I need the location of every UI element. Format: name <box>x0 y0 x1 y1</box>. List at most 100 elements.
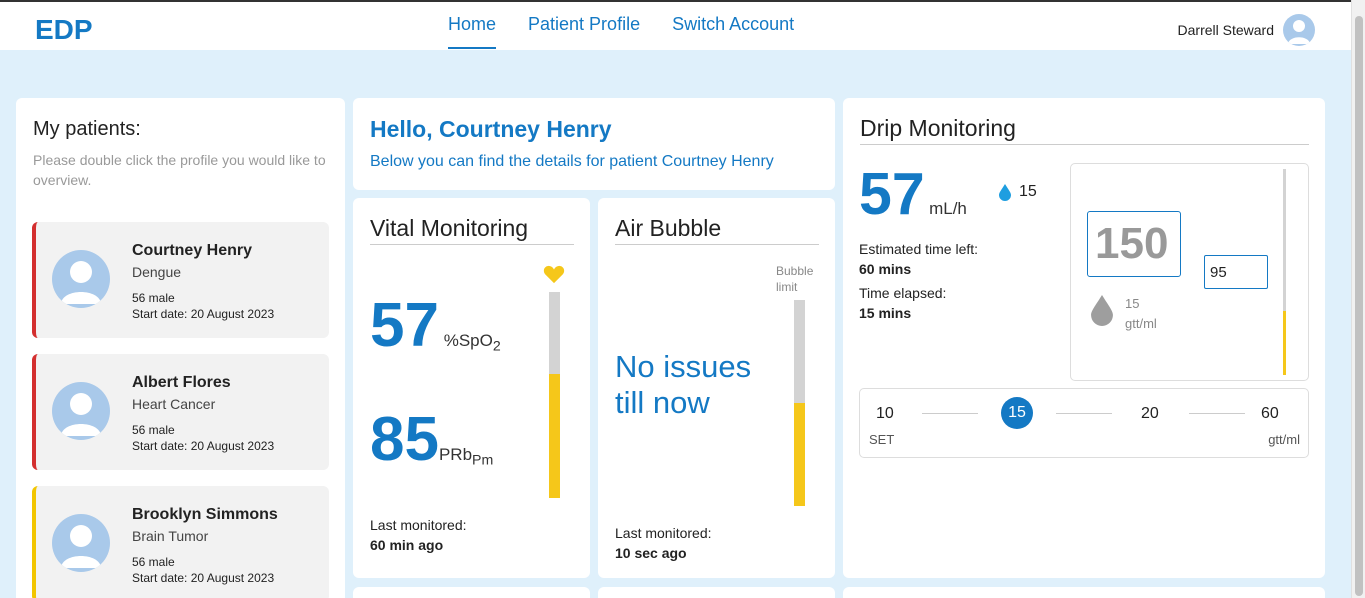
spo2-unit-text: %SpO <box>443 331 493 350</box>
patient-card[interactable]: Courtney Henry Dengue 56 male Start date… <box>32 222 329 338</box>
gtt-value: 15 <box>1125 296 1140 311</box>
greeting-title: Hello, Courtney Henry <box>370 116 612 142</box>
patient-info: 56 male Start date: 20 August 2023 <box>132 290 274 322</box>
scrollbar-thumb[interactable] <box>1355 16 1363 596</box>
volume-panel: 150 15 gtt/ml <box>1070 163 1309 381</box>
slider-track <box>922 413 978 414</box>
patient-start-date: Start date: 20 August 2023 <box>132 306 274 322</box>
air-last-value: 10 sec ago <box>615 545 687 561</box>
drip-monitoring-panel: Drip Monitoring 57 mL/h 15 Estimated tim… <box>843 98 1325 578</box>
bubble-limit-label: Bubble limit <box>776 264 814 294</box>
patient-info: 56 male Start date: 20 August 2023 <box>132 422 274 454</box>
nav-patient-profile[interactable]: Patient Profile <box>528 14 640 49</box>
logo[interactable]: EDP <box>35 14 93 46</box>
spo2-reading: 57 %SpO2 <box>370 290 501 361</box>
volume-display: 150 <box>1087 211 1181 277</box>
patient-condition: Heart Cancer <box>132 396 216 412</box>
prbpm-unit: PRbPm <box>438 445 493 468</box>
patient-name: Albert Flores <box>132 374 231 391</box>
elapsed-label: Time elapsed: <box>859 285 947 301</box>
volume-gauge <box>1283 169 1286 375</box>
patient-info: 56 male Start date: 20 August 2023 <box>132 554 274 586</box>
air-bubble-panel: Air Bubble Bubble limit No issues till n… <box>598 198 835 578</box>
drop-counter: 15 <box>999 183 1037 201</box>
patient-age-sex: 56 male <box>132 555 175 569</box>
start-date-label: Start date: <box>132 439 188 453</box>
main-nav: Home Patient Profile Switch Account <box>448 14 794 49</box>
patient-card[interactable]: Brooklyn Simmons Brain Tumor 56 male Sta… <box>32 486 329 598</box>
prbpm-reading: 85PRbPm <box>370 404 493 475</box>
volume-gauge-fill <box>1283 311 1286 375</box>
air-title: Air Bubble <box>615 215 819 245</box>
drop-count: 15 <box>1019 183 1037 200</box>
nav-home[interactable]: Home <box>448 14 497 49</box>
greeting-panel: Hello, Courtney Henry Below you can find… <box>353 98 835 190</box>
slider-tick-20[interactable]: 20 <box>1141 405 1159 423</box>
page-scrollbar[interactable] <box>1351 0 1365 598</box>
bottom-card-1 <box>353 587 590 598</box>
bottom-card-3 <box>843 587 1325 598</box>
start-date-value: 20 August 2023 <box>190 307 275 321</box>
air-status: No issues till now <box>615 349 752 420</box>
vital-level-bar <box>549 292 560 498</box>
patient-condition: Brain Tumor <box>132 528 209 544</box>
user-name[interactable]: Darrell Steward <box>1178 22 1274 38</box>
patient-avatar-icon <box>52 514 110 572</box>
gtt-readout: 15 gtt/ml <box>1125 294 1157 334</box>
vital-level-fill <box>549 374 560 498</box>
vital-last-label: Last monitored: <box>370 517 467 533</box>
patient-avatar-icon <box>52 250 110 308</box>
user-avatar-icon[interactable] <box>1283 14 1315 46</box>
slider-track <box>1056 413 1112 414</box>
slider-right-label: gtt/ml <box>1268 432 1300 447</box>
air-last-label: Last monitored: <box>615 525 712 541</box>
prbpm-value: 85 <box>370 405 439 474</box>
start-date-value: 20 August 2023 <box>190 571 275 585</box>
prbpm-unit-sub: Pm <box>472 452 494 469</box>
greeting-subtitle: Below you can find the details for patie… <box>370 153 774 170</box>
drip-rate-value: 57 <box>859 161 925 227</box>
gtt-drop-icon <box>1091 295 1113 326</box>
vital-last-value: 60 min ago <box>370 537 444 553</box>
slider-left-label: SET <box>869 432 895 447</box>
drip-title: Drip Monitoring <box>860 115 1309 145</box>
heart-icon <box>543 264 565 289</box>
spo2-unit: %SpO2 <box>439 331 501 354</box>
patient-avatar-icon <box>52 382 110 440</box>
air-level-bar <box>794 300 805 506</box>
user-menu[interactable]: Darrell Steward <box>1178 14 1315 46</box>
est-time-label: Estimated time left: <box>859 241 979 257</box>
drip-rate-slider[interactable]: 10 15 20 60 SET gtt/ml <box>859 388 1309 458</box>
top-bar: EDP Home Patient Profile Switch Account … <box>0 0 1351 50</box>
patient-start-date: Start date: 20 August 2023 <box>132 570 274 586</box>
air-level-fill <box>794 403 805 506</box>
patient-condition: Dengue <box>132 264 182 280</box>
prbpm-unit-text: PRb <box>438 445 473 464</box>
volume-input[interactable] <box>1204 255 1268 289</box>
patient-age-sex: 56 male <box>132 423 175 437</box>
patient-card[interactable]: Albert Flores Heart Cancer 56 male Start… <box>32 354 329 470</box>
patients-hint: Please double click the profile you woul… <box>33 152 326 188</box>
spo2-unit-sub: 2 <box>492 338 501 355</box>
vital-monitoring-panel: Vital Monitoring 57 %SpO2 85PRbPm Last m… <box>353 198 590 578</box>
slider-tick-60[interactable]: 60 <box>1261 405 1279 423</box>
drip-rate-unit: mL/h <box>929 199 967 218</box>
bottom-card-2 <box>598 587 835 598</box>
start-date-label: Start date: <box>132 307 188 321</box>
slider-track <box>1189 413 1245 414</box>
vital-title: Vital Monitoring <box>370 215 574 245</box>
gtt-unit: gtt/ml <box>1125 316 1157 331</box>
patients-panel: My patients: Please double click the pro… <box>16 98 345 598</box>
spo2-value: 57 <box>370 291 439 360</box>
patient-name: Courtney Henry <box>132 242 253 259</box>
water-drop-icon <box>999 183 1011 201</box>
patient-age-sex: 56 male <box>132 291 175 305</box>
est-time-value: 60 mins <box>859 261 912 277</box>
nav-switch-account[interactable]: Switch Account <box>672 14 794 49</box>
patient-name: Brooklyn Simmons <box>132 506 278 523</box>
slider-knob[interactable]: 15 <box>1001 397 1033 429</box>
patients-title: My patients: <box>33 118 141 140</box>
slider-tick-10[interactable]: 10 <box>876 405 894 423</box>
start-date-label: Start date: <box>132 571 188 585</box>
start-date-value: 20 August 2023 <box>190 439 275 453</box>
